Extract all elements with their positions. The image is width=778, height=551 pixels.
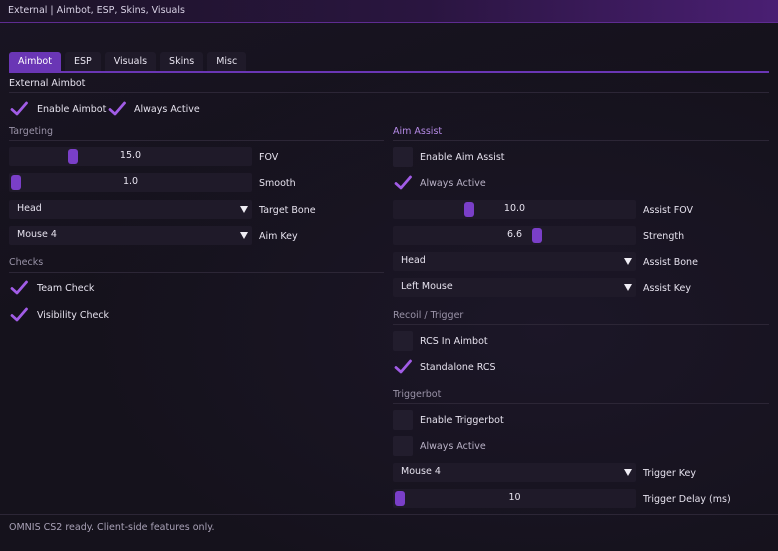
strength-value: 6.6: [506, 229, 523, 240]
dropdown-arrow-icon: [240, 206, 248, 213]
tab-esp[interactable]: ESP: [64, 52, 101, 71]
trigger-always-active-checkbox[interactable]: [393, 436, 413, 456]
checkmark-icon: [108, 101, 126, 116]
visibility-check-label: Visibility Check: [37, 310, 110, 321]
enable-aimbot-label: Enable Aimbot: [37, 104, 107, 115]
divider: [9, 140, 384, 141]
tab-underline: [9, 71, 769, 73]
dropdown-arrow-icon: [624, 258, 632, 265]
recoil-header: Recoil / Trigger: [393, 310, 464, 321]
assist-fov-slider[interactable]: 10.0: [393, 200, 636, 219]
title-bar[interactable]: External | Aimbot, ESP, Skins, Visuals: [0, 0, 778, 23]
window-title: External | Aimbot, ESP, Skins, Visuals: [8, 5, 185, 16]
trigger-key-label: Trigger Key: [643, 468, 697, 479]
assist-fov-value: 10.0: [503, 203, 526, 214]
rcs-in-aimbot-checkbox[interactable]: [393, 331, 413, 351]
visibility-check-checkbox[interactable]: [9, 305, 29, 325]
team-check-checkbox[interactable]: [9, 278, 29, 298]
smooth-label: Smooth: [259, 178, 296, 189]
trigger-key-value: Mouse 4: [401, 466, 441, 477]
always-active-checkbox[interactable]: [107, 99, 127, 119]
strength-label: Strength: [643, 231, 685, 242]
enable-aimbot-checkbox[interactable]: [9, 99, 29, 119]
fov-value: 15.0: [119, 150, 142, 161]
aim-key-label: Aim Key: [259, 231, 298, 242]
divider: [0, 514, 778, 515]
rcs-in-aimbot-label: RCS In Aimbot: [420, 336, 488, 347]
enable-triggerbot-checkbox[interactable]: [393, 410, 413, 430]
checkmark-icon: [10, 307, 28, 322]
assist-bone-dropdown[interactable]: Head: [393, 252, 636, 271]
checkmark-icon: [394, 175, 412, 190]
trigger-key-dropdown[interactable]: Mouse 4: [393, 463, 636, 482]
checkmark-icon: [394, 359, 412, 374]
assist-fov-label: Assist FOV: [643, 205, 694, 216]
targeting-header: Targeting: [9, 126, 54, 137]
assist-bone-value: Head: [401, 255, 426, 266]
trigger-delay-label: Trigger Delay (ms): [643, 494, 731, 505]
trigger-always-active-label: Always Active: [420, 441, 486, 452]
standalone-rcs-checkbox[interactable]: [393, 357, 413, 377]
divider: [9, 272, 384, 273]
dropdown-arrow-icon: [624, 469, 632, 476]
checkmark-icon: [10, 280, 28, 295]
assist-key-dropdown[interactable]: Left Mouse: [393, 278, 636, 297]
divider: [9, 92, 769, 93]
standalone-rcs-label: Standalone RCS: [420, 362, 496, 373]
assist-always-active-label: Always Active: [420, 178, 486, 189]
enable-aim-assist-checkbox[interactable]: [393, 147, 413, 167]
assist-key-value: Left Mouse: [401, 281, 453, 292]
tab-misc[interactable]: Misc: [207, 52, 247, 71]
dropdown-arrow-icon: [624, 284, 632, 291]
target-bone-dropdown[interactable]: Head: [9, 200, 252, 219]
divider: [393, 324, 769, 325]
smooth-value: 1.0: [122, 176, 139, 187]
strength-slider[interactable]: 6.6: [393, 226, 636, 245]
dropdown-arrow-icon: [240, 232, 248, 239]
triggerbot-header: Triggerbot: [393, 389, 442, 400]
tab-visuals[interactable]: Visuals: [104, 52, 157, 71]
tab-skins[interactable]: Skins: [160, 52, 204, 71]
tab-bar: Aimbot ESP Visuals Skins Misc: [9, 52, 247, 71]
section-title: External Aimbot: [9, 78, 86, 89]
aim-key-dropdown[interactable]: Mouse 4: [9, 226, 252, 245]
assist-bone-label: Assist Bone: [643, 257, 698, 268]
target-bone-label: Target Bone: [259, 205, 316, 216]
aim-assist-header: Aim Assist: [393, 126, 443, 137]
aim-key-value: Mouse 4: [17, 229, 57, 240]
trigger-delay-value: 10: [508, 492, 521, 503]
assist-always-active-checkbox[interactable]: [393, 173, 413, 193]
enable-aim-assist-label: Enable Aim Assist: [420, 152, 505, 163]
enable-triggerbot-label: Enable Triggerbot: [420, 415, 504, 426]
assist-key-label: Assist Key: [643, 283, 691, 294]
team-check-label: Team Check: [37, 283, 95, 294]
always-active-label: Always Active: [134, 104, 200, 115]
smooth-slider[interactable]: 1.0: [9, 173, 252, 192]
tab-aimbot[interactable]: Aimbot: [9, 52, 61, 71]
fov-label: FOV: [259, 152, 279, 163]
trigger-delay-slider[interactable]: 10: [393, 489, 636, 508]
divider: [393, 403, 769, 404]
checks-header: Checks: [9, 257, 44, 268]
divider: [393, 140, 769, 141]
fov-slider[interactable]: 15.0: [9, 147, 252, 166]
checkmark-icon: [10, 101, 28, 116]
target-bone-value: Head: [17, 203, 42, 214]
status-text: OMNIS CS2 ready. Client-side features on…: [9, 522, 215, 533]
